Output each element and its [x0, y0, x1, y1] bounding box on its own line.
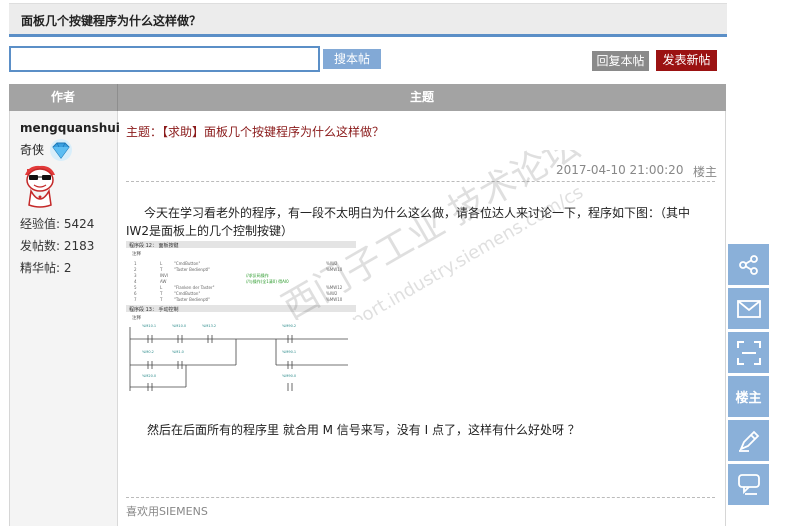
svg-text:T: T [159, 297, 163, 302]
svg-text:6: 6 [134, 291, 137, 296]
svg-text:T: T [159, 291, 163, 296]
post-divider [126, 181, 715, 182]
svg-text:T: T [159, 267, 163, 272]
segment-13-title: 程序段 13： 手动控制 [129, 306, 179, 313]
new-thread-button[interactable]: 发表新帖 [656, 50, 717, 71]
svg-text:"Taster BedienptI": "Taster BedienptI" [174, 267, 210, 272]
svg-text://与操作(全1清0) 得AI0: //与操作(全1清0) 得AI0 [246, 278, 289, 284]
thread-title-bar: 面板几个按键程序为什么这样做？ [9, 3, 727, 34]
title-divider [9, 34, 727, 37]
share-icon [738, 254, 758, 275]
reply-thread-button[interactable]: 回复本帖 [592, 51, 649, 71]
svg-text:%M1.0: %M1.0 [172, 350, 184, 354]
signature-divider [126, 497, 715, 498]
author-signature: 喜欢用SIEMENS [126, 505, 208, 518]
mail-button[interactable] [728, 288, 769, 329]
segment-13-comment: 注释 [132, 314, 141, 321]
search-input[interactable] [9, 46, 320, 72]
qr-code-icon [736, 340, 761, 365]
post-body-paragraph: 今天在学习看老外的程序，有一段不太明白为什么这么做，请各位达人来讨论一下，程序如… [126, 206, 691, 238]
svg-text:%IW2: %IW2 [326, 261, 338, 266]
svg-text:L: L [160, 261, 163, 266]
edit-button[interactable] [728, 420, 769, 461]
author-rank: 奇侠 [20, 143, 45, 157]
floor-label: 楼主 [693, 165, 718, 179]
author-featured-count: 精华帖: 2 [20, 261, 72, 275]
svg-text:"Flanken der Taster": "Flanken der Taster" [174, 285, 215, 290]
svg-text:"CmdButton": "CmdButton" [174, 291, 200, 296]
diamond-rank-icon [47, 138, 75, 165]
svg-text:1: 1 [134, 261, 137, 266]
post-content: 主题：【求助】面板几个按键程序为什么这样做？ 2017-04-10 21:00:… [119, 111, 725, 526]
svg-text:%M90.1: %M90.1 [282, 350, 296, 354]
svg-text:%M10.0: %M10.0 [172, 324, 186, 328]
svg-text:AW: AW [160, 279, 167, 284]
search-thread-button[interactable]: 搜本帖 [323, 49, 381, 69]
author-name[interactable]: mengquanshui [20, 121, 120, 135]
reply-button[interactable] [728, 464, 769, 505]
svg-text:%MW10: %MW10 [326, 297, 343, 302]
floor-owner-button[interactable]: 楼主 [728, 376, 769, 417]
thread-title: 面板几个按键程序为什么这样做？ [21, 14, 202, 28]
subject-column-header: 主题 [409, 90, 434, 104]
svg-text:L: L [160, 285, 163, 290]
svg-text:2: 2 [134, 267, 137, 272]
avatar[interactable] [21, 163, 59, 212]
svg-text:%MW12: %MW12 [326, 285, 343, 290]
author-column-header: 作者 [50, 90, 75, 104]
mail-icon [736, 299, 761, 318]
author-panel: mengquanshui 奇侠 经验值: 5424 发帖数: 2183 精华帖:… [10, 111, 120, 526]
svg-text:%IW2: %IW2 [326, 291, 338, 296]
segment-12-title: 程序段 12： 面板按键 [129, 242, 179, 249]
post-subject: 主题：【求助】面板几个按键程序为什么这样做？ [126, 125, 385, 139]
svg-text:7: 7 [134, 297, 137, 302]
post-table-header: 作者 主题 [9, 84, 726, 111]
svg-text:%M20.0: %M20.0 [142, 374, 156, 378]
segment-12-comment: 注释 [132, 250, 141, 257]
svg-text:%M90.2: %M90.2 [282, 324, 296, 328]
svg-text:INVI: INVI [160, 273, 168, 278]
post-body-paragraph-2: 然后在后面所有的程序里 就合用 M 信号来写，没有 I 点了，这样有什么好处呀 … [147, 423, 580, 437]
svg-text:%MW10: %MW10 [326, 267, 343, 272]
svg-text://求反码操作: //求反码操作 [246, 272, 269, 278]
svg-text:"CmdButton": "CmdButton" [174, 261, 200, 266]
post-date: 2017-04-10 21:00:20 [556, 163, 684, 177]
svg-text:%M90.0: %M90.0 [282, 374, 296, 378]
svg-text:4: 4 [134, 279, 137, 284]
svg-text:%M13.2: %M13.2 [202, 324, 216, 328]
post-row: mengquanshui 奇侠 经验值: 5424 发帖数: 2183 精华帖:… [9, 111, 726, 526]
share-button[interactable] [728, 244, 769, 285]
svg-text:%M10.1: %M10.1 [142, 324, 156, 328]
floor-owner-label: 楼主 [735, 391, 762, 406]
qr-code-button[interactable] [728, 332, 769, 373]
svg-text:"Taster BedienptI": "Taster BedienptI" [174, 297, 210, 302]
svg-text:%M0.2: %M0.2 [142, 350, 154, 354]
edit-icon [738, 430, 759, 452]
reply-icon [737, 473, 760, 495]
svg-text:5: 5 [134, 285, 137, 290]
svg-text:3: 3 [134, 273, 137, 278]
author-experience: 经验值: 5424 [20, 217, 95, 231]
plc-program-image[interactable]: 程序段 12： 面板按键 注释 1 L "CmdButton" %IW2 2 T "Tas… [126, 241, 356, 399]
author-post-count: 发帖数: 2183 [20, 239, 95, 253]
